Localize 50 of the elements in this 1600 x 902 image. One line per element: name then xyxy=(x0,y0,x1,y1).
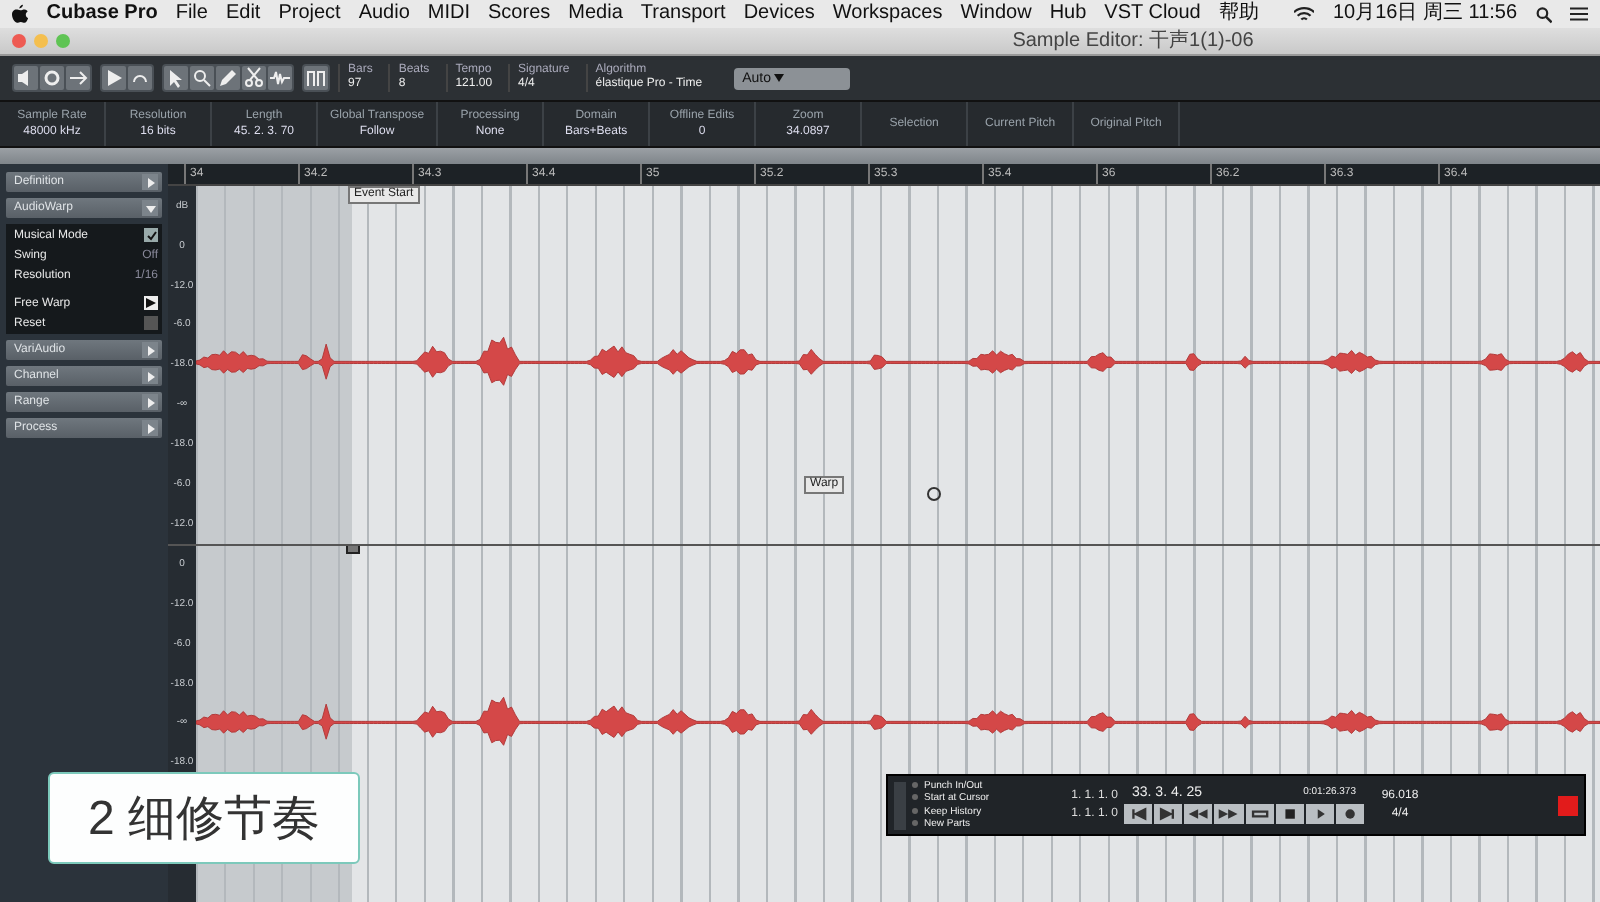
caret-icon xyxy=(774,73,785,81)
menu-item[interactable]: MIDI xyxy=(427,0,471,28)
menu-item[interactable]: VST Cloud xyxy=(1104,0,1201,28)
menu-item[interactable]: File xyxy=(175,0,208,28)
caret-right-icon xyxy=(145,371,155,381)
clock: 10月16日 周三 11:56 xyxy=(1332,0,1518,28)
checkbox[interactable] xyxy=(144,228,158,242)
pointer-icon[interactable] xyxy=(164,66,188,90)
pencil-icon[interactable] xyxy=(216,66,240,90)
scissors-icon[interactable] xyxy=(242,66,266,90)
menu-item[interactable]: Hub xyxy=(1049,0,1087,28)
menu-item[interactable]: Cubase Pro xyxy=(46,0,158,28)
speaker-icon[interactable] xyxy=(14,66,38,90)
play-icon[interactable] xyxy=(1305,804,1334,824)
stop-icon[interactable] xyxy=(1275,804,1304,824)
wifi-icon[interactable] xyxy=(1294,6,1315,22)
menu-item[interactable]: Devices xyxy=(743,0,815,28)
menu-item[interactable]: Project xyxy=(278,0,341,28)
toggle-button[interactable] xyxy=(144,296,158,310)
caret-right-icon xyxy=(145,177,155,187)
magnifier-icon[interactable] xyxy=(190,66,214,90)
menu-item[interactable]: Audio xyxy=(358,0,410,28)
menu-item[interactable]: Workspaces xyxy=(832,0,943,28)
list-icon[interactable] xyxy=(1569,6,1588,22)
snap-icon[interactable] xyxy=(304,66,328,90)
caret-down-icon xyxy=(145,203,155,213)
menu-item[interactable]: Media xyxy=(568,0,623,28)
rewind-icon[interactable] xyxy=(1184,804,1213,824)
cycle-icon[interactable] xyxy=(1245,804,1274,824)
grip-handle[interactable] xyxy=(894,781,906,829)
skip-forward-icon[interactable] xyxy=(1154,804,1183,824)
caret-right-icon xyxy=(145,345,155,355)
menu-item[interactable]: Transport xyxy=(640,0,726,28)
close-button[interactable] xyxy=(12,34,26,48)
apple-logo-icon[interactable] xyxy=(12,4,29,24)
caret-right-icon xyxy=(145,423,155,433)
cursor-icon xyxy=(926,486,942,502)
window-title: Sample Editor: 干声1(1)-06 xyxy=(1010,28,1256,54)
record-indicator xyxy=(1558,795,1578,815)
menu-item[interactable]: Edit xyxy=(225,0,261,28)
waveform-icon[interactable] xyxy=(268,66,292,90)
play-icon[interactable] xyxy=(102,66,126,90)
skip-back-icon[interactable] xyxy=(1124,804,1153,824)
menu-item[interactable]: Scores xyxy=(488,0,551,28)
record-icon[interactable] xyxy=(1335,804,1364,824)
menu-item[interactable]: Window xyxy=(960,0,1032,28)
menu-item[interactable]: 帮助 xyxy=(1218,0,1259,28)
caret-right-icon xyxy=(145,397,155,407)
fast-forward-icon[interactable] xyxy=(1214,804,1243,824)
search-icon[interactable] xyxy=(1535,5,1552,23)
